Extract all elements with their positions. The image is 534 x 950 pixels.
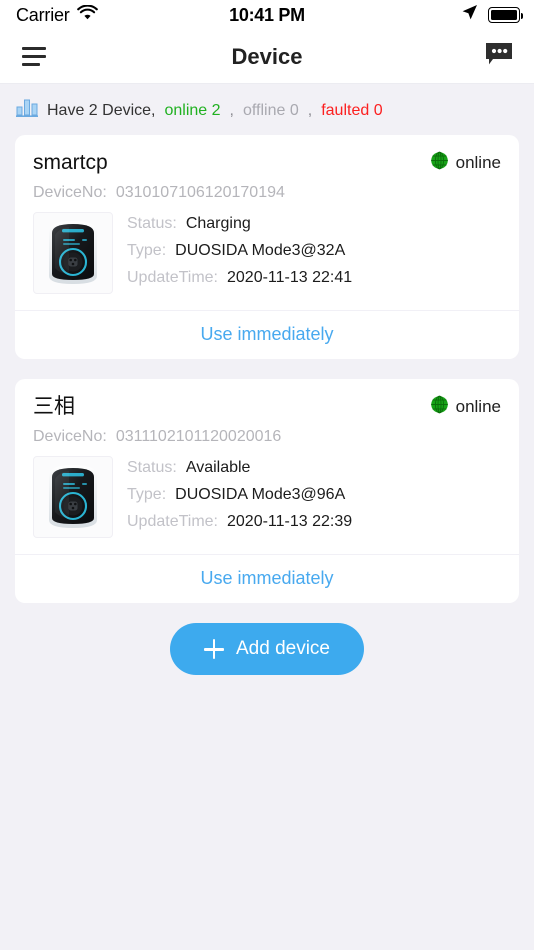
device-updatetime-row: UpdateTime: 2020-11-13 22:39 — [127, 513, 501, 531]
device-type-row: Type: DUOSIDA Mode3@32A — [127, 242, 501, 260]
device-card-body: Status: Charging Type: DUOSIDA Mode3@32A… — [15, 202, 519, 310]
device-no-value: 0310107106120170194 — [115, 184, 285, 202]
device-name: 三相 — [33, 395, 75, 419]
device-no-value: 0311102101120020016 — [115, 428, 282, 446]
add-device-label: Add device — [235, 638, 330, 660]
status-value: Available — [185, 459, 251, 477]
device-detail-rows: Status: Charging Type: DUOSIDA Mode3@32A… — [127, 212, 501, 287]
use-immediately-button[interactable]: Use immediately — [15, 310, 519, 359]
device-name: smartcp — [33, 151, 108, 174]
wifi-icon — [76, 4, 98, 26]
device-no-row: DeviceNo: 0311102101120020016 — [15, 419, 519, 446]
device-summary-bar: Have 2 Device, online 2 , offline 0 , fa… — [0, 84, 534, 135]
device-connectivity-badge: online — [430, 151, 501, 175]
device-card-header: smartcp online — [15, 135, 519, 175]
device-card[interactable]: 三相 online DeviceNo: 0311102101120020016 — [15, 379, 519, 604]
device-detail-rows: Status: Available Type: DUOSIDA Mode3@96… — [127, 456, 501, 531]
device-connectivity-label: online — [455, 397, 501, 417]
ev-charger-image — [33, 212, 113, 295]
status-label: Status: — [127, 459, 177, 477]
device-updatetime-row: UpdateTime: 2020-11-13 22:41 — [127, 269, 501, 287]
device-status-row: Status: Available — [127, 459, 501, 477]
device-no-row: DeviceNo: 0310107106120170194 — [15, 175, 519, 202]
message-bubble-icon[interactable] — [484, 41, 514, 72]
device-connectivity-label: online — [455, 153, 501, 172]
device-no-label: DeviceNo: — [33, 428, 107, 446]
page-title: Device — [231, 43, 303, 69]
summary-total: Have 2 Device, — [47, 101, 156, 119]
ev-charger-image — [33, 456, 113, 539]
status-bar: Carrier 10:41 PM — [0, 0, 534, 30]
type-label: Type: — [127, 242, 167, 260]
device-card[interactable]: smartcp online DeviceNo: 031010710612017… — [15, 135, 519, 360]
plus-icon — [203, 639, 224, 660]
updatetime-label: UpdateTime: — [127, 513, 218, 531]
add-device-container: Add device — [0, 623, 534, 676]
use-immediately-button[interactable]: Use immediately — [15, 554, 519, 603]
updatetime-label: UpdateTime: — [127, 269, 218, 287]
hamburger-menu-icon[interactable] — [20, 41, 48, 72]
device-no-label: DeviceNo: — [33, 184, 107, 202]
summary-faulted-count: faulted 0 — [321, 101, 383, 119]
device-card-body: Status: Available Type: DUOSIDA Mode3@96… — [15, 446, 519, 554]
location-arrow-icon — [461, 4, 478, 26]
status-bar-right — [461, 4, 524, 26]
battery-full-icon — [488, 7, 524, 23]
carrier-label: Carrier — [16, 4, 70, 25]
updatetime-value: 2020-11-13 22:41 — [227, 269, 353, 287]
type-value: DUOSIDA Mode3@96A — [175, 486, 346, 504]
globe-icon — [430, 151, 449, 175]
navigation-bar: Device — [0, 30, 534, 84]
summary-separator-2: , — [307, 101, 313, 119]
status-bar-left: Carrier — [16, 4, 98, 26]
device-connectivity-badge: online — [430, 395, 501, 419]
globe-icon — [430, 395, 449, 419]
device-status-row: Status: Charging — [127, 215, 501, 233]
bar-chart-icon — [16, 98, 38, 123]
device-card-header: 三相 online — [15, 379, 519, 419]
summary-online-count: online 2 — [164, 101, 221, 119]
type-label: Type: — [127, 486, 167, 504]
status-value: Charging — [185, 215, 251, 233]
summary-separator-1: , — [229, 101, 234, 119]
type-value: DUOSIDA Mode3@32A — [175, 242, 346, 260]
add-device-button[interactable]: Add device — [169, 623, 364, 676]
summary-offline-count: offline 0 — [243, 101, 299, 119]
device-type-row: Type: DUOSIDA Mode3@96A — [127, 486, 501, 504]
status-label: Status: — [127, 215, 177, 233]
updatetime-value: 2020-11-13 22:39 — [227, 513, 353, 531]
